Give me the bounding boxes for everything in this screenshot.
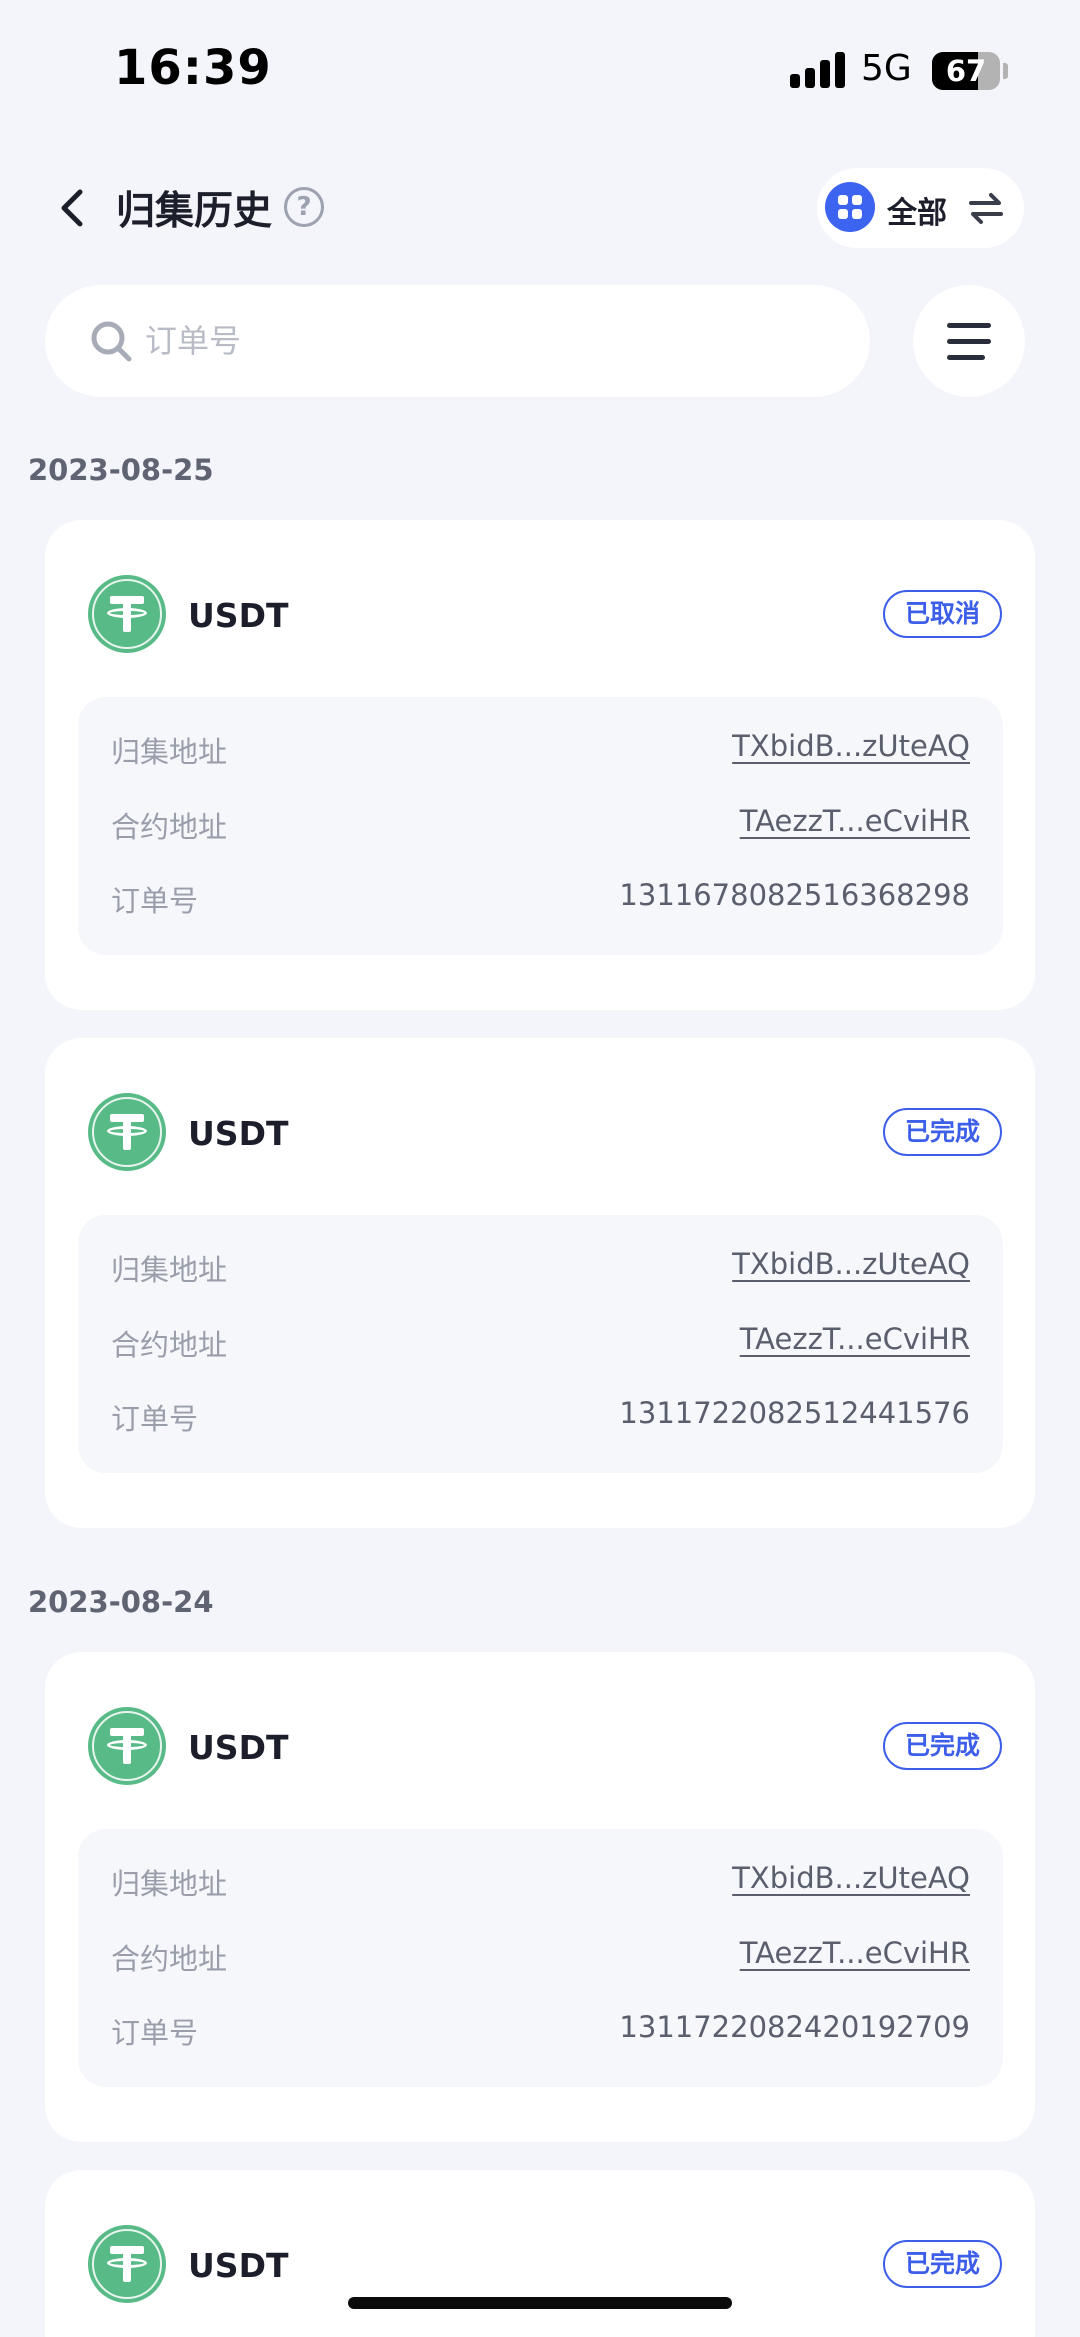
contract-address-row: 合约地址 TAezzT...eCviHR <box>111 1936 970 1976</box>
collect-address-row: 归集地址 TXbidB...zUteAQ <box>111 1861 970 1901</box>
order-number-row: 订单号 1311678082516368298 <box>111 878 970 918</box>
record-card[interactable]: USDT 已完成 归集地址 TXbidB...zUteAQ 合约地址 TAezz… <box>45 1038 1035 1528</box>
signal-icon <box>790 52 846 88</box>
chevron-left-icon <box>61 189 83 227</box>
collect-address-row: 归集地址 TXbidB...zUteAQ <box>111 1247 970 1287</box>
date-header: 2023-08-25 <box>28 453 214 487</box>
contract-address-link[interactable]: TAezzT...eCviHR <box>740 1936 970 1970</box>
search-input[interactable] <box>145 313 825 369</box>
grid-icon <box>825 182 875 232</box>
order-number-label: 订单号 <box>111 1402 199 1436</box>
battery-icon: 67 <box>932 52 1000 90</box>
status-badge: 已完成 <box>882 1722 1002 1770</box>
contract-address-label: 合约地址 <box>111 1328 228 1362</box>
collect-address-link[interactable]: TXbidB...zUteAQ <box>732 1247 970 1281</box>
contract-address-label: 合约地址 <box>111 1942 228 1976</box>
back-button[interactable] <box>52 180 92 236</box>
token-name: USDT <box>188 1728 289 1767</box>
status-badge: 已完成 <box>882 1108 1002 1156</box>
collect-address-label: 归集地址 <box>111 1253 228 1287</box>
order-number-value: 1311722082512441576 <box>619 1396 970 1430</box>
date-header: 2023-08-24 <box>28 1585 214 1619</box>
token-filter-button[interactable]: 全部 <box>817 168 1024 248</box>
token-name: USDT <box>188 596 289 635</box>
record-card[interactable]: USDT 已完成 归集地址 TXbidB...zUteAQ 合约地址 TAezz… <box>45 1652 1035 2142</box>
order-number-label: 订单号 <box>111 884 199 918</box>
record-card[interactable]: USDT 已取消 归集地址 TXbidB...zUteAQ 合约地址 TAezz… <box>45 520 1035 1010</box>
collect-address-row: 归集地址 TXbidB...zUteAQ <box>111 729 970 769</box>
contract-address-row: 合约地址 TAezzT...eCviHR <box>111 804 970 844</box>
battery-tip <box>1003 63 1008 79</box>
help-icon[interactable]: ? <box>284 187 324 227</box>
order-number-value: 1311678082516368298 <box>619 878 970 912</box>
usdt-icon <box>88 1707 166 1785</box>
order-number-row: 订单号 1311722082420192709 <box>111 2010 970 2050</box>
record-details: 归集地址 TXbidB...zUteAQ 合约地址 TAezzT...eCviH… <box>78 1215 1003 1473</box>
status-badge: 已完成 <box>882 2240 1002 2288</box>
token-name: USDT <box>188 2246 289 2285</box>
record-details: 归集地址 TXbidB...zUteAQ 合约地址 TAezzT...eCviH… <box>78 1829 1003 2087</box>
status-bar: 16:39 5G 67 <box>0 0 1080 130</box>
order-number-value: 1311722082420192709 <box>619 2010 970 2044</box>
status-time: 16:39 <box>114 40 272 96</box>
collect-address-link[interactable]: TXbidB...zUteAQ <box>732 1861 970 1895</box>
usdt-icon <box>88 1093 166 1171</box>
record-card[interactable]: USDT 已完成 <box>45 2170 1035 2337</box>
usdt-icon <box>88 575 166 653</box>
usdt-icon <box>88 2225 166 2303</box>
collect-address-link[interactable]: TXbidB...zUteAQ <box>732 729 970 763</box>
collect-address-label: 归集地址 <box>111 1867 228 1901</box>
collect-address-label: 归集地址 <box>111 735 228 769</box>
contract-address-link[interactable]: TAezzT...eCviHR <box>740 1322 970 1356</box>
order-number-label: 订单号 <box>111 2016 199 2050</box>
token-name: USDT <box>188 1114 289 1153</box>
network-type: 5G <box>861 48 912 89</box>
page-title: 归集历史 <box>116 189 273 234</box>
contract-address-link[interactable]: TAezzT...eCviHR <box>740 804 970 838</box>
order-number-row: 订单号 1311722082512441576 <box>111 1396 970 1436</box>
search-bar[interactable] <box>45 285 870 397</box>
filter-menu-button[interactable] <box>913 285 1025 397</box>
home-indicator <box>348 2297 732 2309</box>
contract-address-label: 合约地址 <box>111 810 228 844</box>
search-icon <box>91 321 132 362</box>
battery-percent: 67 <box>945 54 987 88</box>
status-badge: 已取消 <box>882 590 1002 638</box>
contract-address-row: 合约地址 TAezzT...eCviHR <box>111 1322 970 1362</box>
record-details: 归集地址 TXbidB...zUteAQ 合约地址 TAezzT...eCviH… <box>78 697 1003 955</box>
swap-icon <box>969 193 1003 224</box>
filter-label: 全部 <box>887 196 947 231</box>
